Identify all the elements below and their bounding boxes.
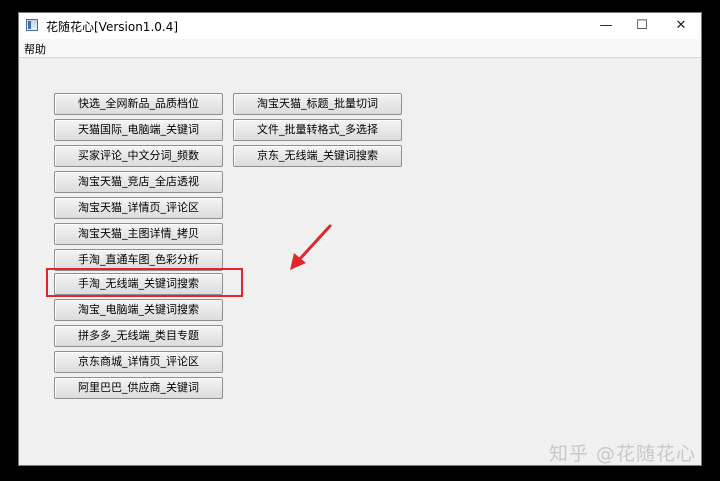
button-quick-select-new-products[interactable]: 快选_全网新品_品质档位	[54, 93, 223, 115]
menu-bar: 帮助	[19, 39, 701, 58]
button-buyer-review-segmentation[interactable]: 买家评论_中文分词_频数	[54, 145, 223, 167]
app-icon	[26, 19, 38, 31]
highlight-box	[46, 268, 243, 297]
minimize-button[interactable]: —	[587, 13, 625, 39]
annotation-arrow-icon	[290, 224, 332, 270]
button-pinduoduo-category[interactable]: 拼多多_无线端_类目专题	[54, 325, 223, 347]
button-main-image-copy[interactable]: 淘宝天猫_主图详情_拷贝	[54, 223, 223, 245]
button-alibaba-supplier-keywords[interactable]: 阿里巴巴_供应商_关键词	[54, 377, 223, 399]
close-button[interactable]: ✕	[662, 13, 700, 39]
button-detail-page-reviews[interactable]: 淘宝天猫_详情页_评论区	[54, 197, 223, 219]
button-file-batch-convert[interactable]: 文件_批量转格式_多选择	[233, 119, 402, 141]
button-competitor-store-view[interactable]: 淘宝天猫_竞店_全店透视	[54, 171, 223, 193]
window-title: 花随花心[Version1.0.4]	[46, 20, 179, 34]
app-window: 花随花心[Version1.0.4] — ☐ ✕ 帮助 快选_全网新品_品质档位…	[18, 12, 702, 466]
button-tmall-global-keywords[interactable]: 天猫国际_电脑端_关键词	[54, 119, 223, 141]
button-title-batch-segmentation[interactable]: 淘宝天猫_标题_批量切词	[233, 93, 402, 115]
button-taobao-pc-keyword-search[interactable]: 淘宝_电脑端_关键词搜索	[54, 299, 223, 321]
maximize-button[interactable]: ☐	[623, 13, 661, 39]
button-jd-detail-reviews[interactable]: 京东商城_详情页_评论区	[54, 351, 223, 373]
title-bar: 花随花心[Version1.0.4] — ☐ ✕	[19, 13, 701, 39]
menu-help[interactable]: 帮助	[24, 41, 46, 57]
watermark: 知乎 @花随花心	[549, 443, 697, 465]
button-jd-mobile-keyword-search[interactable]: 京东_无线端_关键词搜索	[233, 145, 402, 167]
